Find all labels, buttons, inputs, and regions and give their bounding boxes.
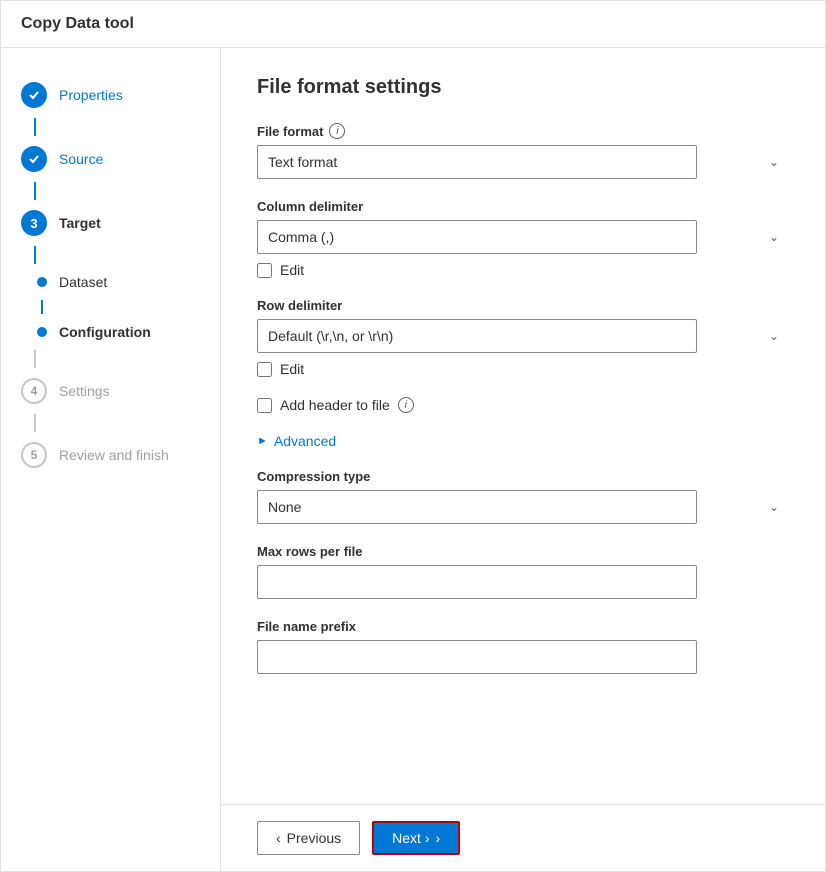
row-delimiter-chevron-icon: ⌄ [769,329,779,343]
column-delimiter-edit-checkbox[interactable] [257,263,272,278]
sidebar-item-target[interactable]: 3 Target [1,200,220,246]
step-label-settings: Settings [59,383,110,399]
sidebar-item-source[interactable]: Source [1,136,220,182]
add-header-checkbox[interactable] [257,398,272,413]
connector-4 [41,300,43,314]
page-title: File format settings [257,76,789,99]
column-delimiter-edit-label: Edit [280,262,304,278]
content-area: File format settings File format i Text … [221,48,825,804]
next-label: Next › [392,830,429,846]
column-delimiter-select[interactable]: Comma (,) Tab (\t) Semicolon (;) Pipe (|… [257,220,697,254]
max-rows-group: Max rows per file [257,544,789,599]
file-name-prefix-group: File name prefix [257,619,789,674]
compression-type-label: Compression type [257,469,789,484]
previous-label: Previous [287,830,341,846]
step-circle-source [21,146,47,172]
file-format-select[interactable]: Text format Binary format JSON format Av… [257,145,697,179]
row-delimiter-select-wrapper: Default (\r,\n, or \r\n) \r\n \n \r ⌄ [257,319,789,353]
add-header-info-icon[interactable]: i [398,397,414,413]
row-delimiter-edit-checkbox[interactable] [257,362,272,377]
connector-1 [34,118,36,136]
sidebar-item-dataset[interactable]: Dataset [1,264,220,300]
column-delimiter-label: Column delimiter [257,199,789,214]
add-header-group: Add header to file i [257,397,789,413]
column-delimiter-select-wrapper: Comma (,) Tab (\t) Semicolon (;) Pipe (|… [257,220,789,254]
step-label-target: Target [59,215,101,231]
compression-type-select-wrapper: None gzip bzip2 deflate ZipDeflate snapp… [257,490,789,524]
step-dot-dataset [37,277,47,287]
sidebar-item-settings[interactable]: 4 Settings [1,368,220,414]
file-name-prefix-input[interactable] [257,640,697,674]
advanced-label: Advanced [274,433,336,449]
next-chevron-icon: › [435,830,440,846]
file-format-group: File format i Text format Binary format … [257,123,789,179]
column-delimiter-edit-row: Edit [257,262,789,278]
main-content: File format settings File format i Text … [221,48,825,871]
column-delimiter-chevron-icon: ⌄ [769,230,779,244]
connector-3 [34,246,36,264]
row-delimiter-group: Row delimiter Default (\r,\n, or \r\n) \… [257,298,789,377]
app-container: Copy Data tool Properties Source [0,0,826,872]
advanced-row[interactable]: ► Advanced [257,433,789,449]
compression-type-select[interactable]: None gzip bzip2 deflate ZipDeflate snapp… [257,490,697,524]
step-label-properties: Properties [59,87,123,103]
app-header: Copy Data tool [1,1,825,48]
step-circle-review: 5 [21,442,47,468]
row-delimiter-edit-label: Edit [280,361,304,377]
sidebar-item-review[interactable]: 5 Review and finish [1,432,220,478]
step-circle-settings: 4 [21,378,47,404]
previous-button[interactable]: ‹ Previous [257,821,360,855]
file-format-info-icon[interactable]: i [329,123,345,139]
file-format-select-wrapper: Text format Binary format JSON format Av… [257,145,789,179]
step-circle-properties [21,82,47,108]
max-rows-input[interactable] [257,565,697,599]
max-rows-label: Max rows per file [257,544,789,559]
connector-2 [34,182,36,200]
step-label-dataset: Dataset [59,274,107,290]
app-title: Copy Data tool [21,15,134,32]
connector-5 [34,350,36,368]
sidebar: Properties Source 3 Target Dataset [1,48,221,871]
compression-type-chevron-icon: ⌄ [769,500,779,514]
column-delimiter-group: Column delimiter Comma (,) Tab (\t) Semi… [257,199,789,278]
step-label-source: Source [59,151,103,167]
connector-6 [34,414,36,432]
add-header-row: Add header to file i [257,397,789,413]
row-delimiter-label: Row delimiter [257,298,789,313]
row-delimiter-select[interactable]: Default (\r,\n, or \r\n) \r\n \n \r [257,319,697,353]
previous-chevron-icon: ‹ [276,830,281,846]
step-label-configuration: Configuration [59,324,151,340]
footer: ‹ Previous Next › › [221,804,825,871]
file-name-prefix-label: File name prefix [257,619,789,634]
sidebar-item-configuration[interactable]: Configuration [1,314,220,350]
add-header-label: Add header to file [280,397,390,413]
next-button[interactable]: Next › › [372,821,460,855]
app-body: Properties Source 3 Target Dataset [1,48,825,871]
step-circle-target: 3 [21,210,47,236]
file-format-chevron-icon: ⌄ [769,155,779,169]
row-delimiter-edit-row: Edit [257,361,789,377]
advanced-chevron-icon: ► [257,435,268,447]
sidebar-item-properties[interactable]: Properties [1,72,220,118]
step-label-review: Review and finish [59,447,169,463]
step-dot-configuration [37,327,47,337]
compression-type-group: Compression type None gzip bzip2 deflate… [257,469,789,524]
file-format-label: File format i [257,123,789,139]
